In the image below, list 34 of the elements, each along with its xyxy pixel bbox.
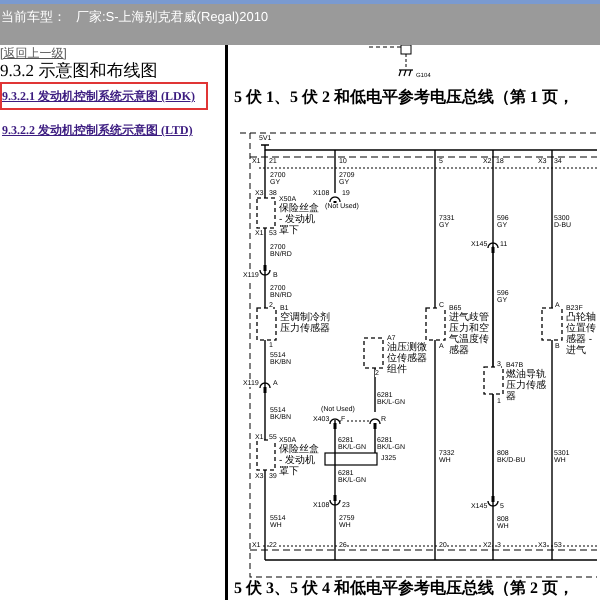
connector-symbol xyxy=(329,418,341,429)
connector-symbol xyxy=(259,382,271,393)
component-outline xyxy=(363,337,384,369)
back-link[interactable]: [返回上一级] xyxy=(0,46,67,60)
terminal-box xyxy=(400,45,412,54)
diagram-link[interactable]: 9.3.2.1 发动机控制系统示意图 (LDK) xyxy=(0,82,208,110)
connector-symbol xyxy=(487,242,499,253)
wire xyxy=(334,150,336,193)
component-outline xyxy=(256,439,276,471)
component-outline xyxy=(425,307,446,341)
component-outline xyxy=(256,197,276,229)
ground-icon xyxy=(398,69,414,77)
connector-symbol xyxy=(329,495,341,506)
component-description: 空调制冷剂压力传感器 xyxy=(280,312,332,334)
component-description: 保险丝盒 - 发动机罩下 xyxy=(279,444,321,477)
component-outline xyxy=(256,307,277,341)
connector-symbol xyxy=(259,265,271,276)
wire xyxy=(374,368,376,412)
vehicle-model: 厂家:S-上海别克君威(Regal)2010 xyxy=(76,8,268,26)
splice-box xyxy=(324,452,378,466)
connector-symbol xyxy=(369,418,381,429)
wire xyxy=(338,420,372,422)
component-description: 凸轮轴位置传感器 - 进气 xyxy=(566,312,597,356)
connector-outline xyxy=(368,46,402,48)
diagram-link[interactable]: 9.3.2.2 发动机控制系统示意图 (LTD) xyxy=(0,116,208,144)
component-outline xyxy=(541,307,563,341)
diagram-heading: 5 伏 1、5 伏 2 和低电平参考电压总线（第 1 页， xyxy=(234,89,574,107)
diagram-heading: 5 伏 3、5 伏 4 和低电平参考电压总线（第 2 页， xyxy=(234,580,574,598)
connector-symbol xyxy=(487,496,499,507)
component-description: 保险丝盒 - 发动机罩下 xyxy=(279,203,321,236)
component-outline xyxy=(483,366,504,395)
vehicle-label: 当前车型： xyxy=(1,8,66,26)
section-title: 9.3.2 示意图和布线图 xyxy=(0,61,158,81)
component-description: 进气歧管压力和空气温度传感器 xyxy=(449,312,491,356)
